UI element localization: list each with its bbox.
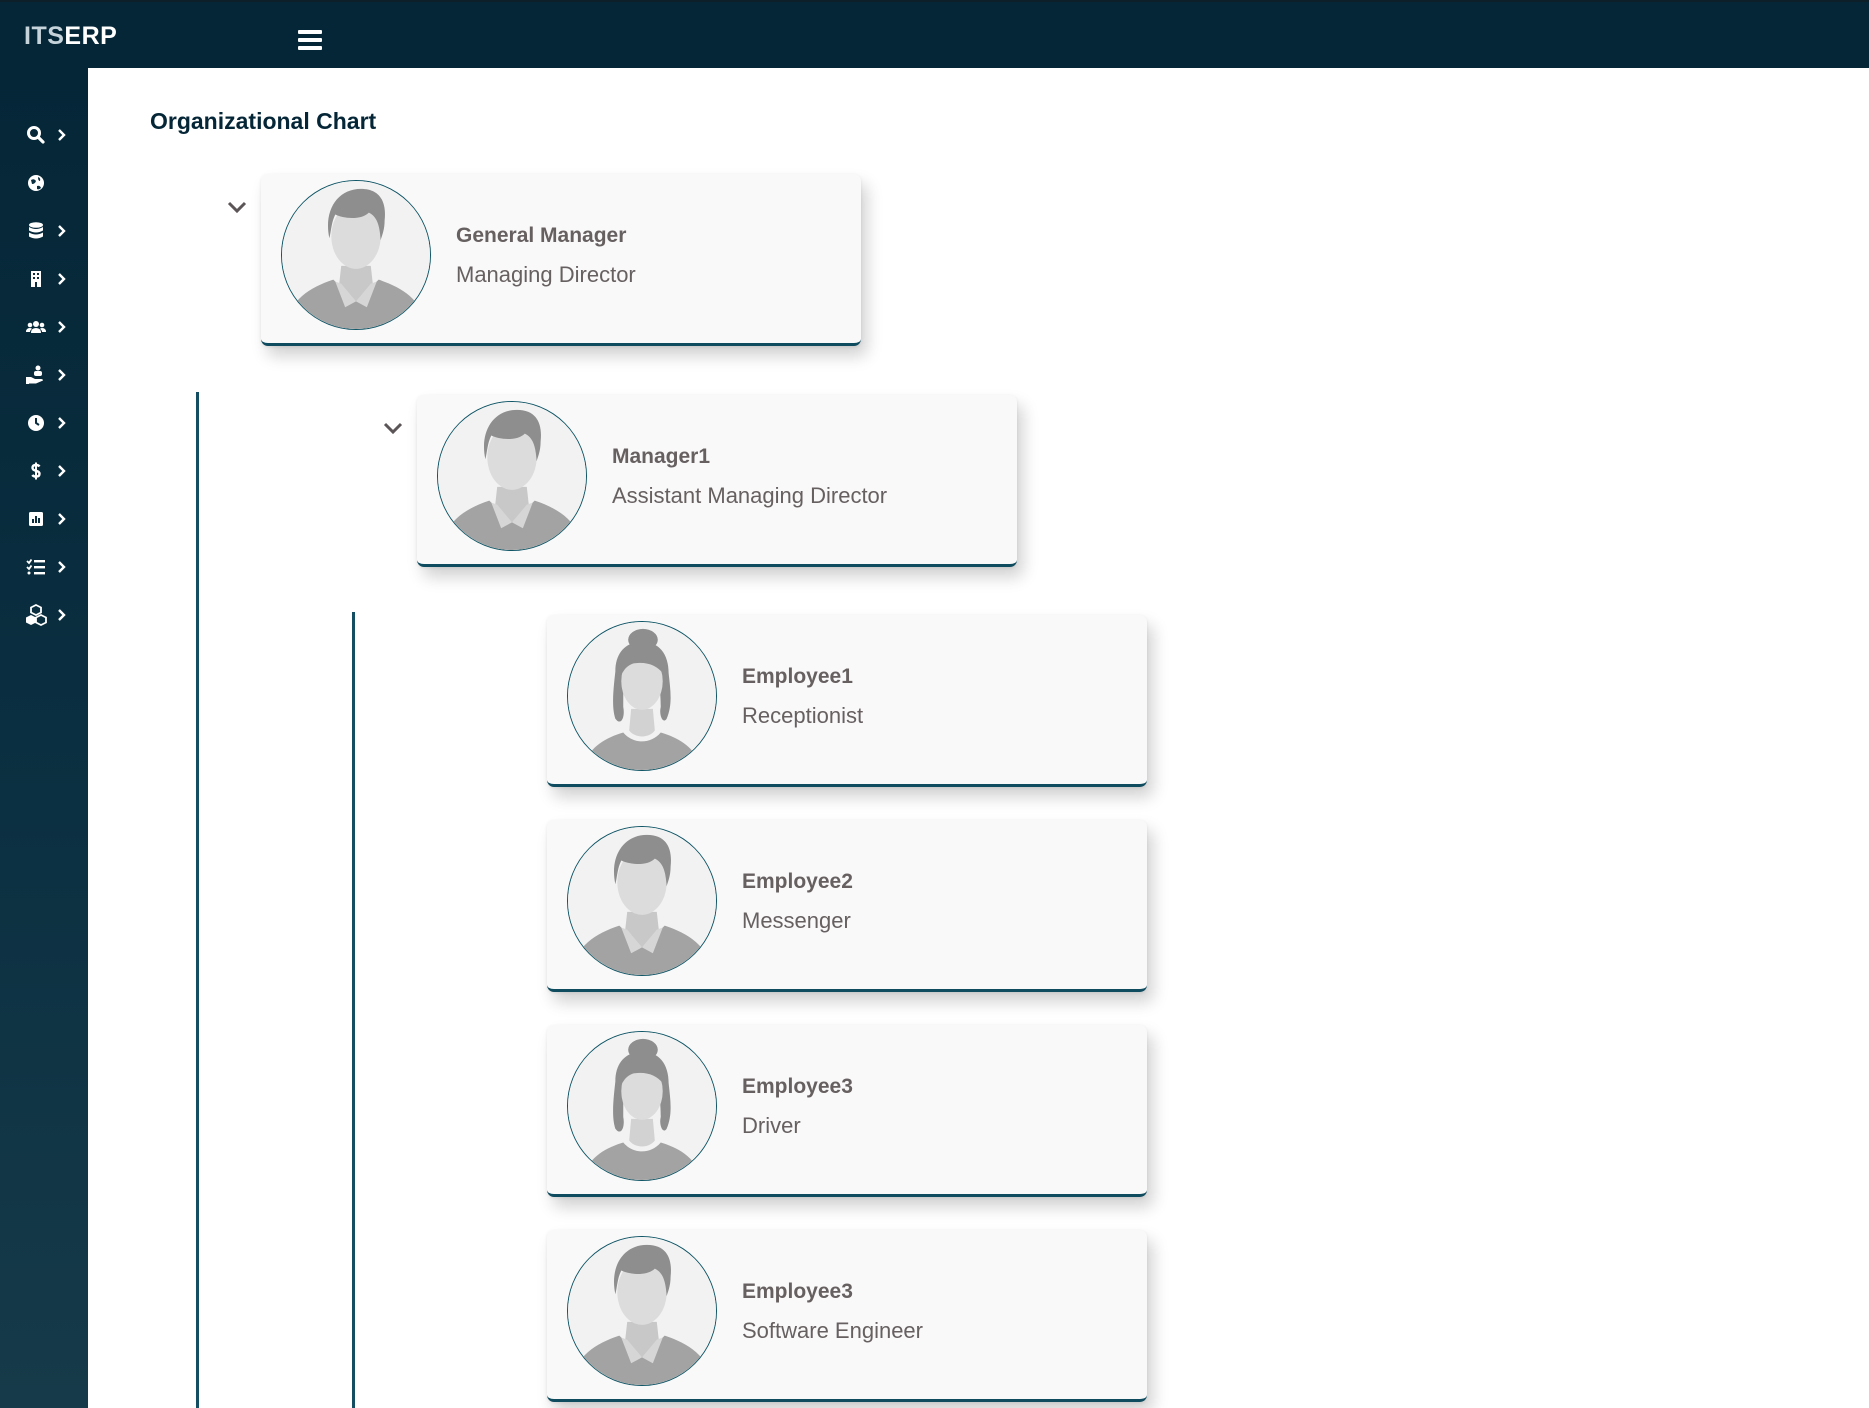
avatar	[567, 1236, 717, 1386]
employee-name: Employee3	[742, 1280, 853, 1303]
male-avatar-icon	[568, 827, 716, 975]
sidebar-item-users[interactable]	[0, 307, 88, 347]
brand-part1: ITS	[24, 22, 65, 50]
tree-connector-line	[196, 392, 199, 1408]
employee-name: Manager1	[612, 445, 711, 468]
employee-name: General Manager	[456, 224, 627, 247]
chevron-right-icon	[58, 273, 66, 285]
search-icon	[27, 126, 45, 144]
sidebar-item-inventory[interactable]	[0, 595, 88, 635]
employee-title: Receptionist	[742, 703, 864, 728]
chevron-right-icon	[58, 369, 66, 381]
hand-holding-icon	[26, 365, 43, 384]
avatar	[437, 401, 587, 551]
sidebar-item-hand-holding[interactable]	[0, 355, 88, 395]
chevron-right-icon	[58, 561, 66, 573]
employee-title: Messenger	[742, 908, 851, 933]
employee-name: Employee2	[742, 870, 853, 893]
tree-connector-line	[352, 612, 355, 1408]
employee-title: Software Engineer	[742, 1318, 923, 1343]
sidebar-item-reports[interactable]	[0, 499, 88, 539]
sidebar	[0, 68, 88, 1408]
chevron-right-icon	[58, 609, 66, 621]
building-icon	[31, 271, 41, 287]
clock-icon	[28, 415, 44, 431]
chart-icon	[29, 512, 43, 526]
collapse-chevron-icon[interactable]	[224, 196, 250, 218]
avatar	[281, 180, 431, 330]
chevron-right-icon	[58, 321, 66, 333]
chevron-right-icon	[58, 417, 66, 429]
employee-name: Employee3	[742, 1075, 853, 1098]
employee-title: Assistant Managing Director	[612, 483, 888, 508]
female-avatar-icon	[568, 1032, 716, 1180]
sidebar-item-building[interactable]	[0, 259, 88, 299]
employee-name: Employee1	[742, 665, 853, 688]
female-avatar-icon	[568, 622, 716, 770]
menu-toggle-icon[interactable]	[298, 30, 324, 52]
chevron-right-icon	[58, 225, 66, 237]
avatar	[567, 621, 717, 771]
sidebar-item-tasks[interactable]	[0, 547, 88, 587]
avatar	[567, 826, 717, 976]
brand-part2: ERP	[64, 22, 118, 50]
dollar-icon	[31, 462, 41, 480]
list-check-icon	[26, 558, 45, 575]
sidebar-item-clock[interactable]	[0, 403, 88, 443]
org-card-employee[interactable]: Employee3 Software Engineer	[547, 1230, 1147, 1402]
org-card-general-manager[interactable]: General Manager Managing Director	[261, 174, 861, 346]
database-icon	[29, 222, 43, 239]
sidebar-item-globe[interactable]	[0, 163, 88, 203]
employee-title: Managing Director	[456, 262, 636, 287]
employee-title: Driver	[742, 1113, 801, 1138]
male-avatar-icon	[568, 1237, 716, 1385]
app-logo[interactable]: ITSERP	[24, 22, 117, 51]
cubes-icon	[26, 603, 47, 627]
sidebar-item-search[interactable]	[0, 115, 88, 155]
chevron-right-icon	[58, 465, 66, 477]
male-avatar-icon	[438, 402, 586, 550]
male-avatar-icon	[282, 181, 430, 329]
org-card-employee[interactable]: Employee1 Receptionist	[547, 615, 1147, 787]
sidebar-item-database[interactable]	[0, 211, 88, 251]
org-card-employee[interactable]: Employee3 Driver	[547, 1025, 1147, 1197]
org-card-manager[interactable]: Manager1 Assistant Managing Director	[417, 395, 1017, 567]
chevron-right-icon	[58, 513, 66, 525]
top-navbar: ITSERP	[0, 0, 1869, 68]
globe-icon	[28, 175, 44, 191]
sidebar-item-finance[interactable]	[0, 451, 88, 491]
org-card-employee[interactable]: Employee2 Messenger	[547, 820, 1147, 992]
collapse-chevron-icon[interactable]	[380, 417, 406, 439]
page-title: Organizational Chart	[150, 108, 377, 134]
chevron-right-icon	[58, 129, 66, 141]
users-icon	[26, 321, 46, 333]
avatar	[567, 1031, 717, 1181]
